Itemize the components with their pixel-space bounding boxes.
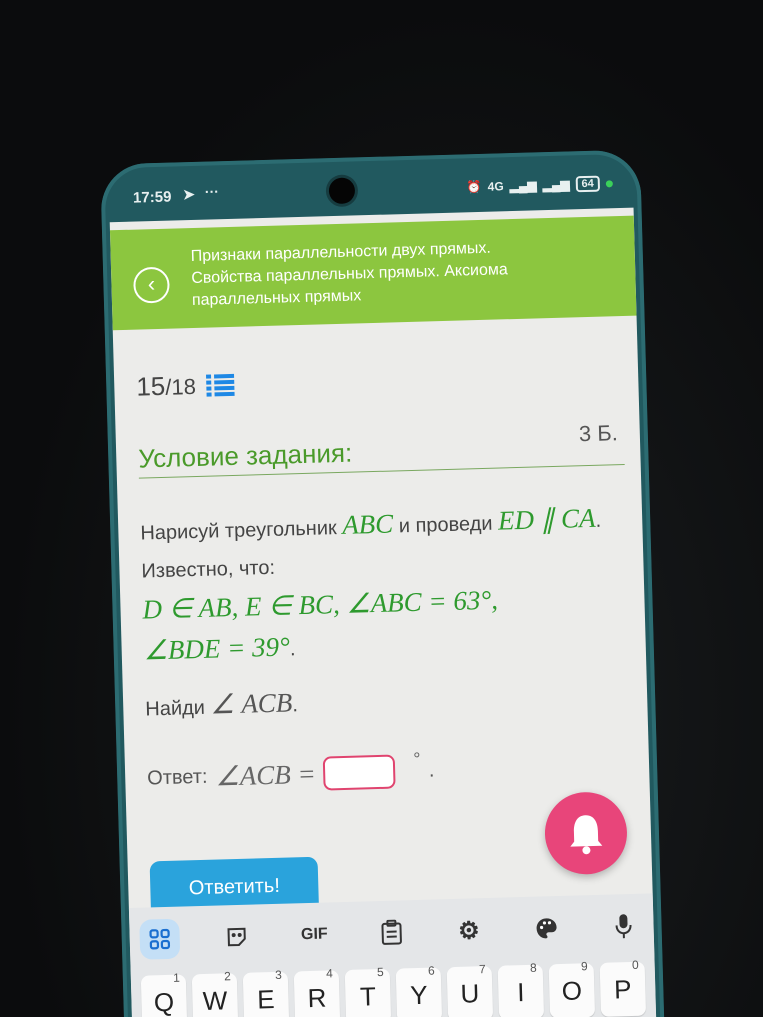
key-letter: R xyxy=(307,982,327,1014)
keyboard: GIF ⚙ 1 Q 2 W 3 E 4 R 5 T 6 Y 7 U 8 I 9 … xyxy=(128,893,657,1017)
key-u[interactable]: 7U xyxy=(446,962,494,1017)
status-icons: ⏰ 4G ▂▄▆ ▂▄▆ 64 xyxy=(467,175,614,195)
key-letter: W xyxy=(202,985,228,1016)
key-letter: Q xyxy=(153,986,175,1017)
lesson-title: Признаки параллельности двух прямых. Сво… xyxy=(190,239,509,310)
signal-icon: ▂▄▆ xyxy=(509,178,537,194)
points-badge: 3 Б. xyxy=(578,420,619,447)
key-letter: T xyxy=(359,981,377,1012)
key-number-hint: 0 xyxy=(631,957,639,972)
key-number-hint: 5 xyxy=(376,964,384,980)
math-facts: D ∈ AB, E ∈ BC, ∠ABC = 63°, xyxy=(142,584,499,625)
task-and-draw: и проведи xyxy=(392,512,499,538)
bell-icon[interactable] xyxy=(543,791,629,876)
key-y[interactable]: 6Y xyxy=(395,963,443,1017)
key-number-hint: 6 xyxy=(427,963,435,978)
math-facts-2: ∠BDE = 39° xyxy=(143,631,291,666)
math-answer-angle: ∠ACB = xyxy=(215,758,317,792)
find-label: Найди xyxy=(145,696,211,721)
keyboard-row-1: 1Q2W3E4R5T6Y7U8I9O0P xyxy=(140,958,647,1017)
key-w[interactable]: 2W xyxy=(191,969,239,1017)
alarm-icon: ⏰ xyxy=(466,179,482,195)
list-icon[interactable] xyxy=(205,373,235,397)
battery-icon: 64 xyxy=(575,175,601,193)
key-number-hint: 1 xyxy=(172,970,181,985)
math-parallel: ED ∥ CA xyxy=(497,502,596,536)
signal-icon-2: ▂▄▆ xyxy=(542,177,570,193)
key-letter: Y xyxy=(409,979,429,1011)
apps-icon[interactable] xyxy=(139,918,181,960)
key-letter: O xyxy=(561,975,583,1006)
task-period: . xyxy=(289,638,296,661)
phone-frame: 17:59 ➤ ··· ⏰ 4G ▂▄▆ ▂▄▆ 64 ‹ Признаки п… xyxy=(100,149,665,1017)
progress-current: 15 xyxy=(135,370,166,402)
telegram-icon: ➤ xyxy=(182,185,195,203)
status-time: 17:59 xyxy=(132,188,172,207)
key-letter: E xyxy=(256,983,276,1015)
network-label: 4G xyxy=(487,179,504,194)
task-text: Нарисуй треугольник ABC и проведи ED ∥ C… xyxy=(140,498,614,672)
answer-label: Ответ: xyxy=(146,765,208,789)
key-number-hint: 8 xyxy=(529,960,537,975)
privacy-dot-icon xyxy=(605,179,613,187)
progress-total: /18 xyxy=(164,373,197,400)
find-period: . xyxy=(292,694,299,717)
gear-icon[interactable]: ⚙ xyxy=(448,910,489,951)
key-t[interactable]: 5T xyxy=(344,965,392,1017)
chevron-left-icon[interactable]: ‹ xyxy=(132,266,170,304)
key-number-hint: 2 xyxy=(223,969,232,984)
keyboard-toolbar: GIF ⚙ xyxy=(139,902,644,964)
status-bar: 17:59 ➤ ··· ⏰ 4G ▂▄▆ ▂▄▆ 64 xyxy=(133,172,614,211)
key-number-hint: 3 xyxy=(274,967,282,982)
key-i[interactable]: 8I xyxy=(497,960,545,1017)
math-triangle: ABC xyxy=(341,508,394,540)
key-number-hint: 7 xyxy=(478,962,486,977)
key-number-hint: 9 xyxy=(580,959,588,974)
microphone-icon[interactable] xyxy=(603,906,644,947)
key-e[interactable]: 3E xyxy=(242,968,290,1017)
find-question: Найди ∠ ACB. xyxy=(145,687,298,722)
answer-row: Ответ: ∠ACB = ° . xyxy=(146,748,435,795)
gif-button[interactable]: GIF xyxy=(294,914,335,955)
condition-label: Условие задания: xyxy=(137,437,353,474)
palette-icon[interactable] xyxy=(526,908,567,949)
key-letter: I xyxy=(516,977,525,1008)
lesson-header: ‹ Признаки параллельности двух прямых. С… xyxy=(109,215,637,331)
answer-input[interactable] xyxy=(323,754,397,791)
math-find-angle: ∠ ACB xyxy=(209,687,293,720)
degree-sign: ° xyxy=(413,748,421,769)
key-p[interactable]: 0P xyxy=(599,958,647,1017)
key-q[interactable]: 1Q xyxy=(140,970,188,1017)
task-progress: 15/18 xyxy=(135,369,235,403)
key-r[interactable]: 4R xyxy=(293,966,341,1017)
key-letter: U xyxy=(460,978,480,1009)
app-screen: ‹ Признаки параллельности двух прямых. С… xyxy=(109,207,657,1017)
key-number-hint: 4 xyxy=(325,966,333,981)
task-intro: Нарисуй треугольник xyxy=(140,516,343,545)
answer-dot: . xyxy=(428,758,435,782)
key-o[interactable]: 9O xyxy=(548,959,596,1017)
key-letter: P xyxy=(613,974,632,1005)
clipboard-icon[interactable] xyxy=(371,912,412,953)
sticker-icon[interactable] xyxy=(217,916,258,957)
more-icon: ··· xyxy=(204,183,220,200)
